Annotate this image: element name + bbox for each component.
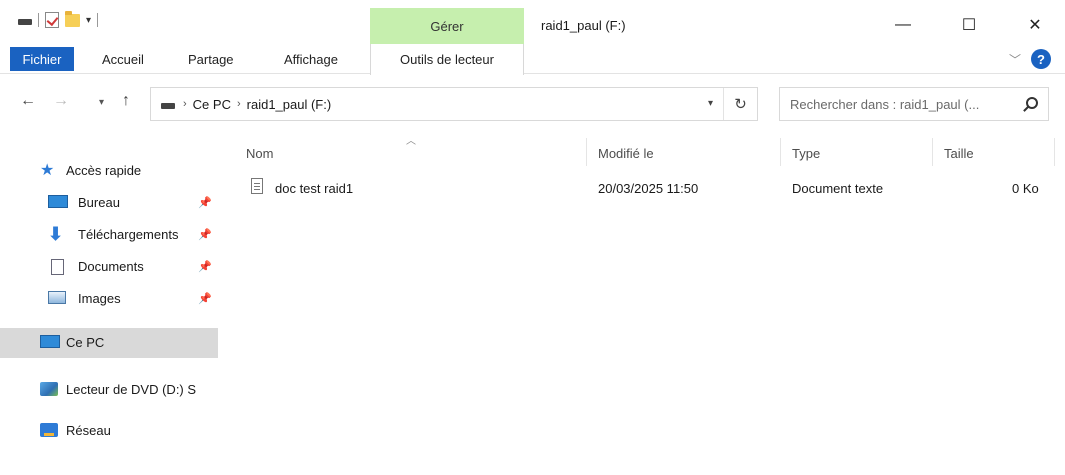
navigation-bar: ← → ▾ ↑ › Ce PC › raid1_paul (F:) ▾ ↻ Re… bbox=[0, 82, 1065, 126]
window-title: raid1_paul (F:) bbox=[541, 18, 626, 33]
quick-access-toolbar: ▾ bbox=[18, 10, 99, 28]
column-header-type[interactable]: Type bbox=[792, 138, 820, 168]
breadcrumb-this-pc[interactable]: Ce PC bbox=[193, 97, 231, 112]
search-icon[interactable] bbox=[1026, 97, 1038, 109]
manage-context-tab[interactable]: Gérer bbox=[370, 8, 524, 44]
ribbon-tabs: Fichier Accueil Partage Affichage Outils… bbox=[0, 44, 1065, 75]
toolbar-divider bbox=[97, 13, 99, 27]
pin-icon[interactable]: 📌 bbox=[198, 260, 212, 273]
up-arrow-icon[interactable]: ↑ bbox=[122, 92, 130, 110]
column-divider[interactable] bbox=[586, 138, 587, 166]
file-type: Document texte bbox=[792, 181, 884, 196]
refresh-icon[interactable]: ↻ bbox=[723, 88, 757, 120]
sort-ascending-icon: ︿ bbox=[406, 136, 416, 147]
properties-icon[interactable] bbox=[45, 12, 59, 28]
tab-file[interactable]: Fichier bbox=[10, 47, 74, 71]
download-icon: ⬇ bbox=[48, 224, 64, 244]
documents-icon bbox=[48, 259, 68, 275]
chevron-down-icon[interactable]: ﹀ bbox=[1009, 51, 1021, 68]
network-icon bbox=[40, 423, 60, 439]
computer-icon bbox=[40, 335, 60, 351]
toolbar-divider bbox=[38, 13, 39, 27]
sidebar-item-label: Bureau bbox=[78, 195, 120, 210]
column-divider[interactable] bbox=[780, 138, 781, 166]
maximize-button[interactable]: ☐ bbox=[946, 10, 992, 40]
column-header-size[interactable]: Taille bbox=[944, 138, 974, 168]
tab-share[interactable]: Partage bbox=[188, 44, 234, 74]
pin-icon[interactable]: 📌 bbox=[198, 196, 212, 209]
title-bar: ▾ Gérer raid1_paul (F:) — ☐ ✕ bbox=[0, 0, 1065, 44]
text-file-icon bbox=[251, 178, 263, 194]
navigation-pane: ★ Accès rapide Bureau 📌 ⬇ Téléchargement… bbox=[0, 135, 228, 475]
breadcrumb-separator: › bbox=[236, 98, 241, 110]
table-row[interactable]: doc test raid1 20/03/2025 11:50 Document… bbox=[246, 176, 1056, 202]
file-name: doc test raid1 bbox=[275, 181, 354, 196]
column-divider[interactable] bbox=[1054, 138, 1055, 166]
tab-drive-tools[interactable]: Outils de lecteur bbox=[370, 44, 524, 75]
pictures-icon bbox=[48, 291, 68, 307]
drive-icon bbox=[161, 103, 175, 109]
new-folder-icon[interactable] bbox=[65, 10, 80, 27]
search-placeholder: Rechercher dans : raid1_paul (... bbox=[790, 96, 980, 112]
sidebar-item-label: Réseau bbox=[66, 423, 111, 438]
sidebar-item-network[interactable]: Réseau bbox=[0, 416, 218, 446]
pin-icon[interactable]: 📌 bbox=[198, 228, 212, 241]
sidebar-item-label: Accès rapide bbox=[66, 163, 142, 178]
breadcrumb-drive[interactable]: raid1_paul (F:) bbox=[247, 97, 332, 112]
column-header-name[interactable]: Nom bbox=[246, 138, 273, 168]
desktop-icon bbox=[48, 195, 68, 211]
star-icon: ★ bbox=[40, 162, 55, 179]
column-divider[interactable] bbox=[932, 138, 933, 166]
file-list: ︿ Nom Modifié le Type Taille doc test ra… bbox=[228, 126, 1065, 475]
pin-icon[interactable]: 📌 bbox=[198, 292, 212, 305]
sidebar-item-this-pc[interactable]: Ce PC bbox=[0, 328, 218, 358]
forward-arrow-icon[interactable]: → bbox=[53, 92, 69, 110]
sidebar-item-dvd-drive[interactable]: Lecteur de DVD (D:) S bbox=[0, 375, 218, 405]
sidebar-item-label: Images bbox=[78, 291, 121, 306]
search-input[interactable]: Rechercher dans : raid1_paul (... bbox=[779, 87, 1049, 121]
sidebar-item-documents[interactable]: Documents 📌 bbox=[0, 252, 218, 282]
sidebar-item-label: Ce PC bbox=[66, 335, 105, 350]
column-header-modified[interactable]: Modifié le bbox=[598, 138, 654, 168]
sidebar-item-label: Lecteur de DVD (D:) S bbox=[66, 382, 197, 397]
help-icon[interactable]: ? bbox=[1031, 49, 1051, 69]
address-dropdown-icon[interactable]: ▾ bbox=[708, 98, 713, 109]
customize-toolbar-icon[interactable]: ▾ bbox=[86, 15, 91, 26]
tab-view[interactable]: Affichage bbox=[284, 44, 338, 74]
close-button[interactable]: ✕ bbox=[1012, 10, 1058, 40]
drive-icon bbox=[18, 19, 32, 25]
sidebar-item-downloads[interactable]: ⬇ Téléchargements 📌 bbox=[0, 220, 218, 250]
back-arrow-icon[interactable]: ← bbox=[20, 92, 36, 110]
file-size: 0 Ko bbox=[1012, 181, 1039, 196]
sidebar-item-images[interactable]: Images 📌 bbox=[0, 284, 218, 314]
dvd-icon bbox=[40, 382, 60, 398]
sidebar-item-label: Documents bbox=[78, 259, 144, 274]
file-modified: 20/03/2025 11:50 bbox=[598, 181, 699, 196]
recent-locations-icon[interactable]: ▾ bbox=[99, 97, 104, 108]
sidebar-item-quick-access[interactable]: ★ Accès rapide bbox=[0, 156, 218, 186]
sidebar-item-desktop[interactable]: Bureau 📌 bbox=[0, 188, 218, 218]
tab-home[interactable]: Accueil bbox=[102, 44, 144, 74]
sidebar-item-label: Téléchargements bbox=[78, 227, 179, 242]
address-bar[interactable]: › Ce PC › raid1_paul (F:) ▾ ↻ bbox=[150, 87, 758, 121]
breadcrumb-separator: › bbox=[183, 98, 187, 110]
ribbon-controls: ﹀ ? bbox=[1009, 49, 1051, 69]
minimize-button[interactable]: — bbox=[880, 10, 926, 40]
